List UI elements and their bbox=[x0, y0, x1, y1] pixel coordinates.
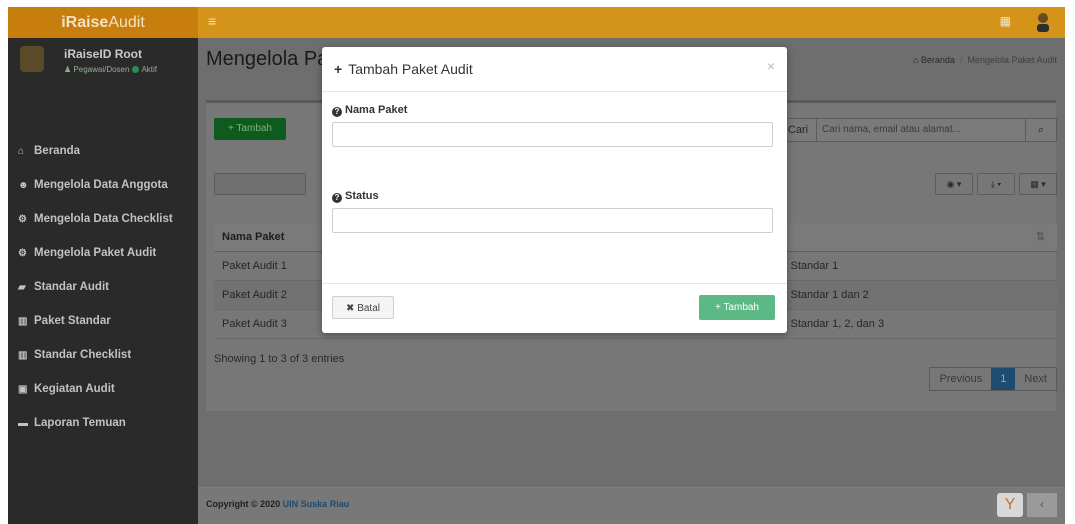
table-tools: ◉ ▾ ⤓ ▾ ▦ ▾ bbox=[931, 173, 1057, 195]
sidebar-item-label: Standar Checklist bbox=[34, 349, 132, 361]
sidebar-item-checklist[interactable]: ⚙ Mengelola Data Checklist bbox=[8, 209, 198, 243]
submit-button[interactable]: + Tambah bbox=[699, 295, 775, 320]
app-window: iRaiseAudit ≡ ▦ iRaiseID Root ♟ Pegawai/… bbox=[8, 7, 1065, 524]
entries-info: Showing 1 to 3 of 3 entries bbox=[214, 353, 345, 365]
label-text: Status bbox=[345, 190, 379, 202]
footer: Copyright © 2020 UIN Suska Riau Y ‹ bbox=[198, 485, 1065, 524]
top-navbar: ≡ ▦ bbox=[198, 7, 1065, 38]
sidebar-item-standar-checklist[interactable]: ▥ Standar Checklist bbox=[8, 345, 198, 379]
close-icon[interactable]: × bbox=[767, 58, 775, 74]
user-status: Aktif bbox=[141, 65, 158, 74]
cell-name: Paket Audit 2 bbox=[222, 289, 287, 301]
user-panel: iRaiseID Root ♟ Pegawai/Dosen Aktif bbox=[8, 38, 198, 108]
bulk-action-toolbar[interactable] bbox=[214, 173, 306, 195]
breadcrumb-separator: / bbox=[959, 55, 963, 65]
sidebar-item-label: Mengelola Data Anggota bbox=[34, 179, 168, 191]
search-group: Cari Cari nama, email atau alamat... ⌕ bbox=[779, 118, 1057, 142]
submit-button-label: Tambah bbox=[723, 302, 759, 313]
question-icon: ? bbox=[332, 107, 342, 117]
home-icon: ⌂ bbox=[912, 55, 919, 65]
plus-icon: + bbox=[334, 61, 343, 77]
sidebar-item-label: Beranda bbox=[34, 145, 81, 157]
user-menu-icon[interactable] bbox=[1033, 11, 1053, 33]
cell-name: Paket Audit 1 bbox=[222, 260, 287, 272]
sidebar-item-paket-audit[interactable]: ⚙ Mengelola Paket Audit bbox=[8, 243, 198, 277]
bar-chart-icon: ▥ bbox=[18, 350, 28, 361]
search-icon[interactable]: ⌕ bbox=[1025, 119, 1056, 141]
home-icon: ⌂ bbox=[18, 146, 25, 157]
pagination-next[interactable]: Next bbox=[1015, 368, 1056, 390]
modal-footer: ✖ Batal + Tambah bbox=[322, 283, 787, 333]
sidebar-item-laporan[interactable]: ▬ Laporan Temuan bbox=[8, 413, 198, 447]
breadcrumb-home[interactable]: Beranda bbox=[921, 55, 955, 65]
eye-icon[interactable]: ◉ ▾ bbox=[935, 173, 973, 195]
cancel-button[interactable]: ✖ Batal bbox=[332, 296, 394, 319]
sidebar-item-anggota[interactable]: ☻ Mengelola Data Anggota bbox=[8, 175, 198, 209]
footer-text: Copyright © 2020 UIN Suska Riau bbox=[206, 499, 349, 509]
sidebar-item-beranda[interactable]: ⌂ Beranda bbox=[8, 141, 198, 175]
bar-chart-icon: ▥ bbox=[18, 316, 28, 327]
sidebar-item-label: Mengelola Paket Audit bbox=[34, 247, 157, 259]
sidebar-item-label: Kegiatan Audit bbox=[34, 383, 115, 395]
times-icon: ✖ bbox=[346, 303, 358, 314]
modal-title: + Tambah Paket Audit bbox=[334, 61, 473, 77]
pagination-previous[interactable]: Previous bbox=[930, 368, 991, 390]
cell-desc: list Standar 1, 2, dan 3 bbox=[774, 318, 885, 330]
cell-desc: list Standar 1 dan 2 bbox=[774, 289, 869, 301]
copyright-text: Copyright © 2020 bbox=[206, 499, 281, 509]
add-package-modal: + Tambah Paket Audit × ? Nama Paket ? Statu… bbox=[322, 47, 787, 333]
user-role: Pegawai/Dosen bbox=[73, 65, 130, 74]
book-icon: ▰ bbox=[18, 282, 26, 293]
label-text: Nama Paket bbox=[345, 104, 408, 116]
sidebar-item-label: Laporan Temuan bbox=[34, 417, 126, 429]
folder-icon: ▬ bbox=[18, 418, 28, 429]
nama-paket-input[interactable] bbox=[332, 122, 773, 147]
cell-name: Paket Audit 3 bbox=[222, 318, 287, 330]
sidebar-item-label: Mengelola Data Checklist bbox=[34, 213, 173, 225]
export-icon[interactable]: ⤓ ▾ bbox=[977, 173, 1015, 195]
question-icon: ? bbox=[332, 193, 342, 203]
modal-title-text: Tambah Paket Audit bbox=[348, 61, 473, 77]
field-label-nama-paket: ? Nama Paket bbox=[332, 104, 407, 117]
user-meta: ♟ Pegawai/Dosen Aktif bbox=[64, 65, 157, 74]
user-name: iRaiseID Root bbox=[64, 47, 143, 61]
sidebar-item-label: Standar Audit bbox=[34, 281, 109, 293]
cogs-icon: ⚙ bbox=[18, 214, 27, 225]
add-button[interactable]: + Tambah bbox=[214, 118, 286, 140]
status-dot-icon bbox=[132, 66, 140, 73]
sidebar: iRaiseID Root ♟ Pegawai/Dosen Aktif ⌂ Bera… bbox=[8, 38, 198, 524]
columns-icon[interactable]: ▦ ▾ bbox=[1019, 173, 1057, 195]
avatar bbox=[20, 46, 44, 72]
logo-light: Audit bbox=[108, 14, 145, 31]
breadcrumb: ⌂ Beranda / Mengelola Paket Audit bbox=[913, 55, 1057, 65]
yii-debug-icon[interactable]: Y bbox=[997, 493, 1023, 517]
cancel-button-label: Batal bbox=[357, 303, 380, 314]
pagination: Previous 1 Next bbox=[929, 367, 1057, 391]
app-logo[interactable]: iRaiseAudit bbox=[8, 7, 198, 38]
sidebar-item-paket-standar[interactable]: ▥ Paket Standar bbox=[8, 311, 198, 345]
id-card-icon: ▣ bbox=[18, 384, 28, 395]
sidebar-item-standar-audit[interactable]: ▰ Standar Audit bbox=[8, 277, 198, 311]
cogs-icon: ⚙ bbox=[18, 248, 27, 259]
sidebar-menu: ⌂ Beranda ☻ Mengelola Data Anggota ⚙ Mengel… bbox=[8, 141, 198, 447]
sidebar-item-kegiatan[interactable]: ▣ Kegiatan Audit bbox=[8, 379, 198, 413]
collapse-arrow-icon[interactable]: ‹ bbox=[1027, 493, 1057, 517]
sort-icon[interactable]: ⇅ bbox=[1036, 223, 1045, 251]
breadcrumb-current: Mengelola Paket Audit bbox=[967, 55, 1057, 65]
column-header-nama-paket: Nama Paket bbox=[222, 231, 285, 243]
grid-icon[interactable]: ▦ bbox=[1000, 14, 1011, 28]
users-icon: ☻ bbox=[18, 180, 29, 191]
pagination-page[interactable]: 1 bbox=[991, 368, 1016, 390]
org-link[interactable]: UIN Suska Riau bbox=[283, 499, 350, 509]
menu-icon[interactable]: ≡ bbox=[208, 13, 216, 29]
add-button-label: Tambah bbox=[236, 123, 272, 134]
modal-header: + Tambah Paket Audit × bbox=[322, 47, 787, 92]
search-input[interactable]: Cari nama, email atau alamat... bbox=[822, 119, 961, 141]
status-input[interactable] bbox=[332, 208, 773, 233]
sidebar-item-label: Paket Standar bbox=[34, 315, 111, 327]
user-icon: ♟ bbox=[64, 65, 72, 74]
field-label-status: ? Status bbox=[332, 190, 379, 203]
logo-bold: iRaise bbox=[61, 14, 109, 31]
